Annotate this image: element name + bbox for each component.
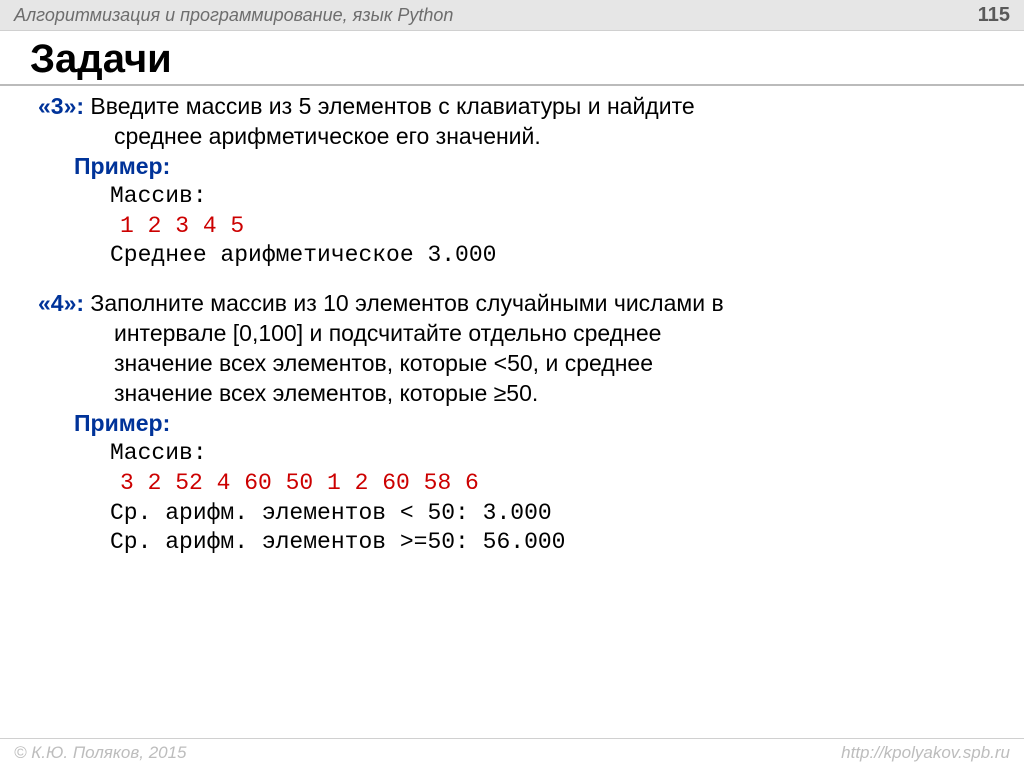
task-3-line1: «3»: Введите массив из 5 элементов с кла… bbox=[38, 92, 986, 122]
task-4-text4: значение всех элементов, которые ≥50. bbox=[38, 379, 986, 409]
task-3-text2: среднее арифметическое его значений. bbox=[38, 122, 986, 152]
task-3-text1: Введите массив из 5 элементов с клавиату… bbox=[84, 93, 695, 119]
task-4-example-label: Пример: bbox=[38, 409, 986, 439]
task-4-text2: интервале [0,100] и подсчитайте отдельно… bbox=[38, 319, 986, 349]
task-4: «4»: Заполните массив из 10 элементов сл… bbox=[38, 289, 986, 558]
course-title: Алгоритмизация и программирование, язык … bbox=[14, 5, 453, 26]
task-3-mono1: Массив: bbox=[38, 182, 986, 212]
footer-copyright: © К.Ю. Поляков, 2015 bbox=[14, 743, 187, 763]
footer-bar: © К.Ю. Поляков, 2015 http://kpolyakov.sp… bbox=[0, 738, 1024, 767]
content: «3»: Введите массив из 5 элементов с кла… bbox=[0, 92, 1024, 558]
task-4-mono3: Ср. арифм. элементов < 50: 3.000 bbox=[38, 499, 986, 529]
task-3-mono3: Среднее арифметическое 3.000 bbox=[38, 241, 986, 271]
task-4-text3: значение всех элементов, которые <50, и … bbox=[38, 349, 986, 379]
task-4-mono2: 3 2 52 4 60 50 1 2 60 58 6 bbox=[38, 469, 986, 499]
header-bar: Алгоритмизация и программирование, язык … bbox=[0, 0, 1024, 31]
task-3-example-label: Пример: bbox=[38, 152, 986, 182]
task-4-line1: «4»: Заполните массив из 10 элементов сл… bbox=[38, 289, 986, 319]
page-number: 115 bbox=[978, 4, 1010, 27]
task-4-mono4: Ср. арифм. элементов >=50: 56.000 bbox=[38, 528, 986, 558]
task-4-mono1: Массив: bbox=[38, 439, 986, 469]
task-3-mono2: 1 2 3 4 5 bbox=[38, 212, 986, 242]
page-title: Задачи bbox=[0, 31, 1024, 86]
task-4-label: «4»: bbox=[38, 290, 84, 316]
footer-url: http://kpolyakov.spb.ru bbox=[841, 743, 1010, 763]
task-3: «3»: Введите массив из 5 элементов с кла… bbox=[38, 92, 986, 271]
slide: Алгоритмизация и программирование, язык … bbox=[0, 0, 1024, 767]
task-3-label: «3»: bbox=[38, 93, 84, 119]
task-4-text1: Заполните массив из 10 элементов случайн… bbox=[84, 290, 724, 316]
